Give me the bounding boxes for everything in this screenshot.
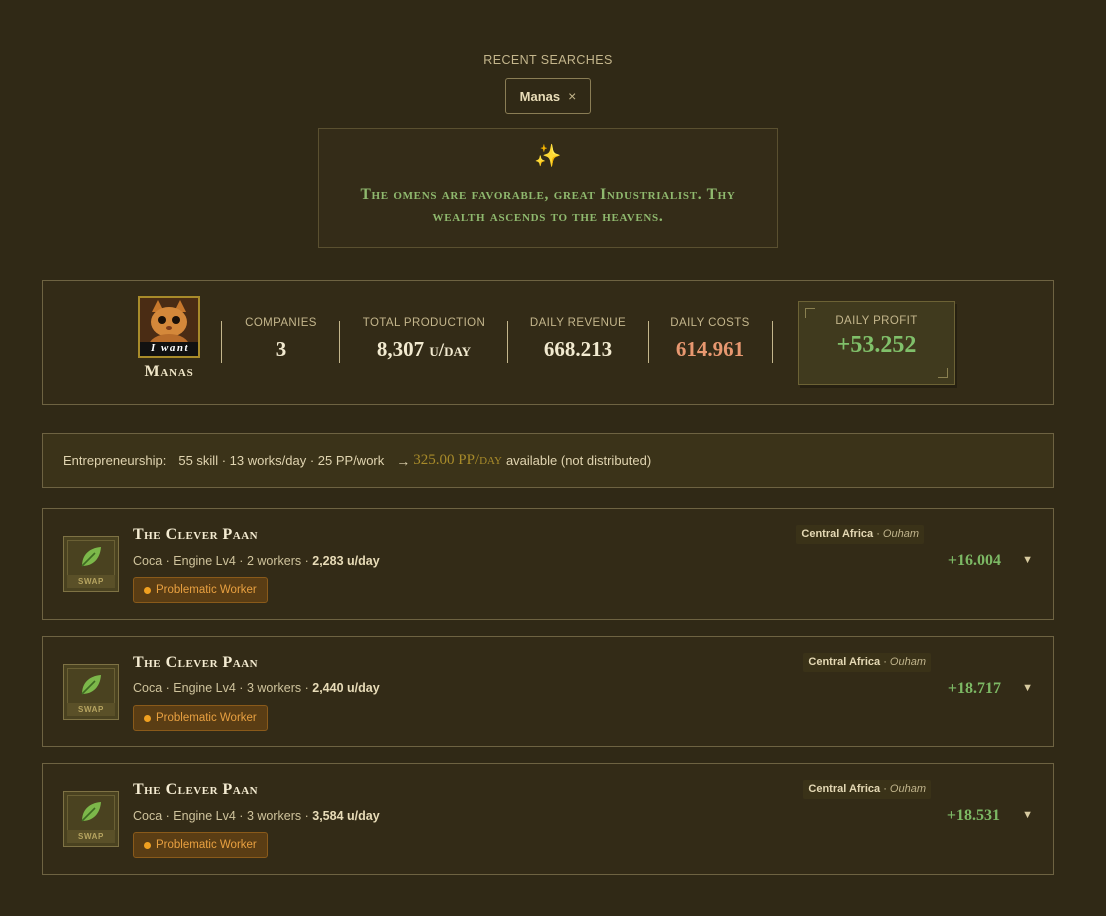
company-production: 2,283 u/day bbox=[312, 554, 380, 568]
location-region: Central Africa bbox=[808, 656, 881, 668]
daily-profit-card: DAILY PROFIT +53.252 bbox=[798, 301, 955, 385]
avatar-caption: I want bbox=[150, 342, 190, 354]
entrepreneurship-bar: Entrepreneurship: 55 skill · 13 works/da… bbox=[42, 433, 1054, 488]
location-separator: · bbox=[880, 656, 890, 668]
daily-profit-value: +53.252 bbox=[836, 332, 917, 358]
stat-value: 668.213 bbox=[543, 337, 613, 361]
swap-button[interactable]: SWAP bbox=[67, 575, 115, 588]
company-name: The Clever Paan bbox=[133, 654, 259, 671]
leaf-icon bbox=[81, 547, 101, 567]
leaf-icon bbox=[81, 802, 101, 822]
stat-value: 8,307 u/day bbox=[359, 337, 489, 362]
divider bbox=[507, 321, 508, 363]
chevron-down-icon[interactable]: ▼ bbox=[1022, 809, 1033, 821]
stat-companies: COMPANIES 3 bbox=[241, 317, 321, 362]
company-icon[interactable]: SWAP bbox=[63, 536, 119, 592]
stat-label: DAILY PROFIT bbox=[835, 315, 918, 327]
player-summary: I want Manas COMPANIES 3 TOTAL PRODUCTIO… bbox=[42, 280, 1054, 405]
company-icon[interactable]: SWAP bbox=[63, 791, 119, 847]
status-badge: Problematic Worker bbox=[133, 832, 268, 858]
company-name: The Clever Paan bbox=[133, 781, 259, 798]
recent-search-chip-label: Manas bbox=[519, 88, 561, 104]
status-badge: Problematic Worker bbox=[133, 705, 268, 731]
stat-value: 614.961 bbox=[675, 337, 745, 361]
divider bbox=[339, 321, 340, 363]
swap-button[interactable]: SWAP bbox=[67, 830, 115, 843]
company-name: The Clever Paan bbox=[133, 526, 259, 543]
company-card[interactable]: SWAP The Clever Paan Coca · Engine Lv4 ·… bbox=[42, 508, 1054, 620]
company-description: Coca · Engine Lv4 · 3 workers · 2,440 u/… bbox=[133, 681, 380, 695]
swap-button[interactable]: SWAP bbox=[67, 703, 115, 716]
stat-label: COMPANIES bbox=[245, 317, 317, 329]
omen-card: ✨ The omens are favorable, great Industr… bbox=[318, 128, 778, 248]
production-value: 8,307 bbox=[376, 337, 425, 361]
divider bbox=[648, 321, 649, 363]
location-region: Central Africa bbox=[801, 528, 874, 540]
company-production: 3,584 u/day bbox=[312, 809, 380, 823]
player-name: Manas bbox=[144, 363, 194, 380]
location-region: Central Africa bbox=[808, 783, 881, 795]
stat-value: 3 bbox=[275, 337, 287, 361]
company-product: Coca · Engine Lv4 · 3 workers · bbox=[133, 809, 313, 823]
company-description: Coca · Engine Lv4 · 3 workers · 3,584 u/… bbox=[133, 809, 380, 823]
stat-label: TOTAL PRODUCTION bbox=[362, 317, 486, 329]
chevron-down-icon[interactable]: ▼ bbox=[1022, 682, 1033, 694]
company-location: Central Africa · Ouham bbox=[796, 525, 924, 544]
entrepreneurship-label: Entrepreneurship: bbox=[63, 453, 167, 468]
company-product: Coca · Engine Lv4 · 3 workers · bbox=[133, 681, 313, 695]
status-badge: Problematic Worker bbox=[133, 577, 268, 603]
close-icon[interactable]: × bbox=[568, 88, 576, 104]
omen-message: The omens are favorable, great Industria… bbox=[360, 186, 736, 225]
entrepreneurship-details: 55 skill · 13 works/day · 25 PP/work bbox=[178, 453, 385, 468]
corner-ornament bbox=[805, 308, 815, 318]
stat-daily-costs: DAILY COSTS 614.961 bbox=[667, 317, 753, 362]
company-card[interactable]: SWAP The Clever Paan Coca · Engine Lv4 ·… bbox=[42, 636, 1054, 747]
leaf-icon bbox=[81, 675, 101, 695]
location-separator: · bbox=[873, 528, 883, 540]
recent-search-chip[interactable]: Manas × bbox=[505, 78, 591, 114]
company-production: 2,440 u/day bbox=[312, 681, 380, 695]
location-city: Ouham bbox=[889, 783, 926, 795]
divider bbox=[221, 321, 222, 363]
company-profit: +18.717 bbox=[947, 680, 1001, 697]
pp-unit: PP/day bbox=[458, 452, 502, 468]
company-product: Coca · Engine Lv4 · 2 workers · bbox=[133, 554, 313, 568]
pp-suffix: available (not distributed) bbox=[505, 453, 652, 468]
stat-total-production: TOTAL PRODUCTION 8,307 u/day bbox=[359, 317, 489, 362]
location-city: Ouham bbox=[882, 528, 919, 540]
avatar[interactable]: I want bbox=[138, 296, 200, 358]
chevron-down-icon[interactable]: ▼ bbox=[1022, 554, 1033, 566]
sparkles-icon: ✨ bbox=[534, 143, 562, 168]
company-location: Central Africa · Ouham bbox=[803, 780, 931, 799]
corner-ornament bbox=[938, 368, 948, 378]
company-icon[interactable]: SWAP bbox=[63, 664, 119, 720]
stat-label: DAILY COSTS bbox=[670, 317, 750, 329]
company-location: Central Africa · Ouham bbox=[803, 653, 931, 672]
company-description: Coca · Engine Lv4 · 2 workers · 2,283 u/… bbox=[133, 554, 380, 568]
arrow-right-icon: → bbox=[396, 452, 411, 469]
stat-daily-revenue: DAILY REVENUE 668.213 bbox=[527, 317, 629, 362]
location-separator: · bbox=[880, 783, 890, 795]
recent-searches-label: RECENT SEARCHES bbox=[483, 53, 613, 67]
company-profit: +18.531 bbox=[946, 807, 1000, 824]
company-card[interactable]: SWAP The Clever Paan Coca · Engine Lv4 ·… bbox=[42, 763, 1054, 875]
company-profit: +16.004 bbox=[947, 552, 1001, 569]
pp-available: 325.00 PP/day bbox=[413, 452, 502, 469]
stat-label: DAILY REVENUE bbox=[529, 317, 627, 329]
production-unit: u/day bbox=[429, 340, 472, 361]
location-city: Ouham bbox=[889, 656, 926, 668]
divider bbox=[772, 321, 773, 363]
pp-value: 325.00 bbox=[413, 452, 455, 468]
